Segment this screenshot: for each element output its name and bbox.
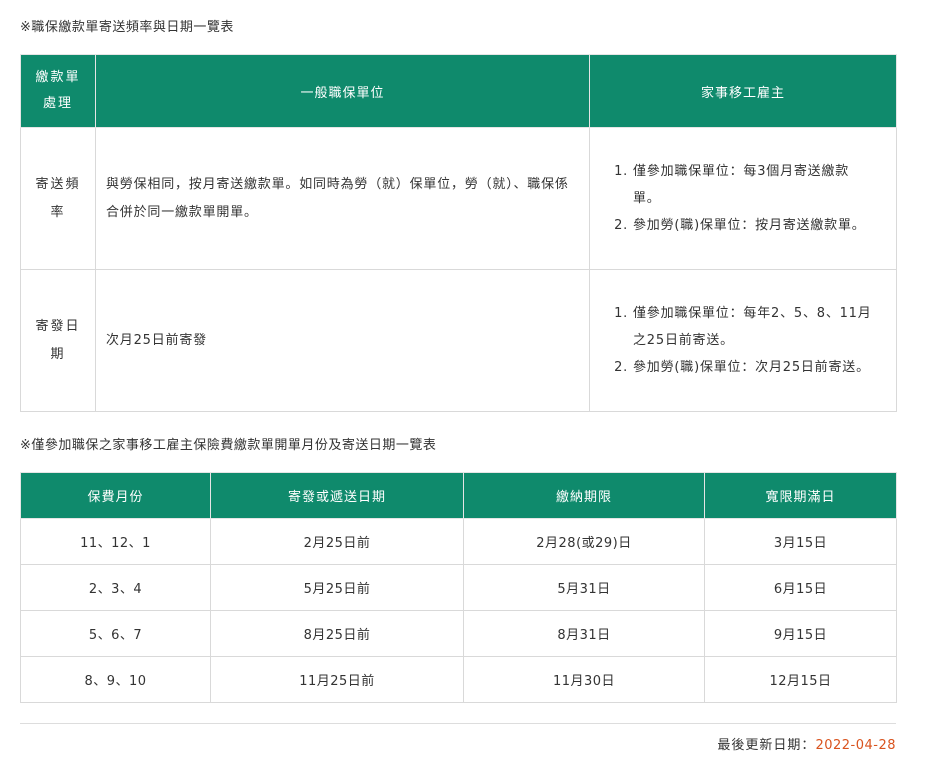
- header-payment-deadline: 繳納期限: [463, 472, 705, 519]
- send-date-domestic-list: 僅參加職保單位：每年2、5、8、11月之25日前寄送。 參加勞(職)保單位：次月…: [591, 300, 895, 381]
- last-updated: 最後更新日期：2022-04-28: [717, 734, 896, 753]
- header-general-unit: 一般職保單位: [95, 54, 590, 128]
- cell-months: 11、12、1: [20, 518, 211, 565]
- header-domestic-employer: 家事移工雇主: [589, 54, 897, 128]
- table-row: 8、9、10 11月25日前 11月30日 12月15日: [20, 656, 897, 703]
- cell-months: 2、3、4: [20, 564, 211, 611]
- billing-month-table: 保費月份 寄發或遞送日期 繳納期限 寬限期滿日 11、12、1 2月25日前 2…: [20, 472, 897, 703]
- cell-grace-end: 3月15日: [704, 518, 897, 565]
- cell-send-date: 8月25日前: [210, 610, 464, 657]
- table-row: 5、6、7 8月25日前 8月31日 9月15日: [20, 610, 897, 657]
- mailing-frequency-table: 繳款單處理 一般職保單位 家事移工雇主 寄送頻率 與勞保相同，按月寄送繳款單。如…: [20, 54, 897, 412]
- last-updated-date: 2022-04-28: [815, 738, 896, 753]
- cell-send-date: 5月25日前: [210, 564, 464, 611]
- cell-grace-end: 6月15日: [704, 564, 897, 611]
- cell-deadline: 11月30日: [463, 656, 705, 703]
- list-item: 僅參加職保單位：每3個月寄送繳款單。: [633, 158, 873, 212]
- frequency-domestic-cell: 僅參加職保單位：每3個月寄送繳款單。 參加勞(職)保單位：按月寄送繳款單。: [589, 127, 897, 270]
- list-item: 僅參加職保單位：每年2、5、8、11月之25日前寄送。: [633, 300, 873, 354]
- send-date-domestic-cell: 僅參加職保單位：每年2、5、8、11月之25日前寄送。 參加勞(職)保單位：次月…: [589, 269, 897, 412]
- row-label-send-date: 寄發日期: [20, 269, 96, 412]
- cell-deadline: 5月31日: [463, 564, 705, 611]
- cell-deadline: 2月28(或29)日: [463, 518, 705, 565]
- header-grace-end: 寬限期滿日: [704, 472, 897, 519]
- cell-send-date: 11月25日前: [210, 656, 464, 703]
- table-row: 2、3、4 5月25日前 5月31日 6月15日: [20, 564, 897, 611]
- last-updated-label: 最後更新日期：: [717, 738, 816, 753]
- send-date-general-cell: 次月25日前寄發: [95, 269, 590, 412]
- frequency-domestic-list: 僅參加職保單位：每3個月寄送繳款單。 參加勞(職)保單位：按月寄送繳款單。: [591, 158, 895, 239]
- table-row-frequency: 寄送頻率 與勞保相同，按月寄送繳款單。如同時為勞（就）保單位，勞（就）、職保係合…: [20, 127, 897, 270]
- header-send-date: 寄發或遞送日期: [210, 472, 464, 519]
- header-premium-months: 保費月份: [20, 472, 211, 519]
- cell-grace-end: 12月15日: [704, 656, 897, 703]
- list-item: 參加勞(職)保單位：按月寄送繳款單。: [633, 212, 873, 239]
- cell-months: 8、9、10: [20, 656, 211, 703]
- row-label-frequency: 寄送頻率: [20, 127, 96, 270]
- table-row: 11、12、1 2月25日前 2月28(或29)日 3月15日: [20, 518, 897, 565]
- cell-deadline: 8月31日: [463, 610, 705, 657]
- frequency-general-cell: 與勞保相同，按月寄送繳款單。如同時為勞（就）保單位，勞（就）、職保係合併於同一繳…: [95, 127, 590, 270]
- header-processing: 繳款單處理: [20, 54, 96, 128]
- cell-grace-end: 9月15日: [704, 610, 897, 657]
- frequency-table-caption: ※職保繳款單寄送頻率與日期一覽表: [20, 20, 234, 35]
- footer-divider: [20, 723, 896, 724]
- cell-months: 5、6、7: [20, 610, 211, 657]
- cell-send-date: 2月25日前: [210, 518, 464, 565]
- list-item: 參加勞(職)保單位：次月25日前寄送。: [633, 354, 873, 381]
- table-header-row: 繳款單處理 一般職保單位 家事移工雇主: [20, 54, 897, 128]
- table-row-send-date: 寄發日期 次月25日前寄發 僅參加職保單位：每年2、5、8、11月之25日前寄送…: [20, 269, 897, 412]
- month-table-caption: ※僅參加職保之家事移工雇主保險費繳款單開單月份及寄送日期一覽表: [20, 438, 437, 453]
- table-header-row: 保費月份 寄發或遞送日期 繳納期限 寬限期滿日: [20, 472, 897, 519]
